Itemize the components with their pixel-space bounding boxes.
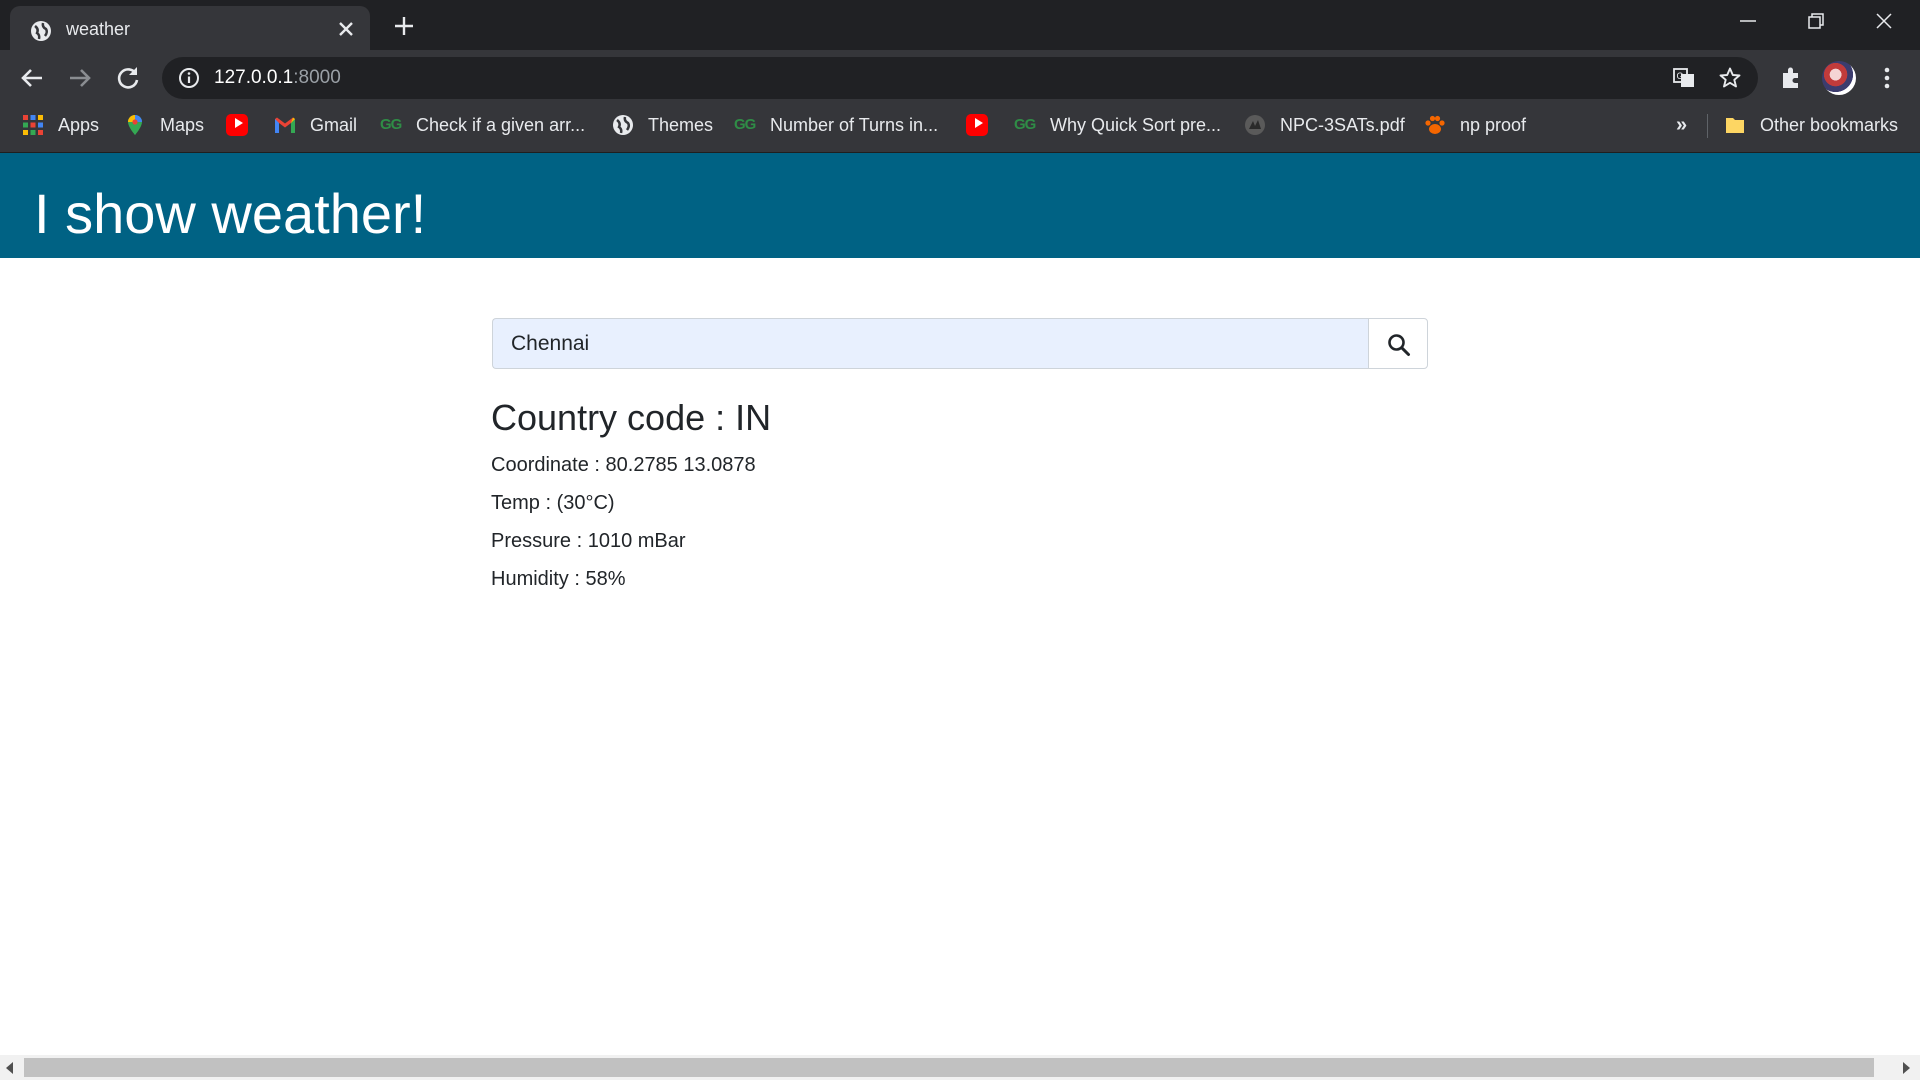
bookmark-youtube-2[interactable]: [966, 106, 988, 144]
minimize-button[interactable]: [1714, 0, 1782, 42]
globe-icon: [612, 114, 634, 136]
bookmark-label: Maps: [160, 114, 205, 135]
scroll-left-icon[interactable]: [6, 1062, 13, 1074]
bookmark-label: Apps: [58, 114, 100, 135]
bookmark-np-proof[interactable]: np proof: [1424, 106, 1526, 144]
page-title: I show weather!: [34, 182, 427, 245]
url-host: 127.0.0.1: [214, 67, 294, 88]
geeksforgeeks-icon: GG: [734, 116, 756, 133]
scroll-right-icon[interactable]: [1903, 1062, 1910, 1074]
url-text: 127.0.0.1:8000: [214, 67, 341, 89]
close-tab-icon[interactable]: [334, 17, 358, 41]
humidity-text: Humidity : 58%: [491, 568, 626, 590]
folder-icon: [1724, 114, 1746, 136]
horizontal-scrollbar[interactable]: [0, 1055, 1920, 1080]
translate-icon[interactable]: G: [1672, 66, 1696, 90]
search-form: [492, 318, 1428, 369]
browser-tab[interactable]: weather: [10, 6, 370, 50]
geeksforgeeks-icon: GG: [380, 116, 402, 133]
bookmark-star-icon[interactable]: [1718, 66, 1742, 90]
scrollbar-thumb[interactable]: [24, 1058, 1874, 1077]
other-bookmarks[interactable]: Other bookmarks: [1724, 106, 1898, 144]
extensions-icon[interactable]: [1778, 65, 1804, 91]
info-icon[interactable]: [178, 67, 200, 89]
search-icon: [1388, 334, 1410, 356]
svg-text:G: G: [1677, 71, 1684, 81]
bookmark-number-of-turns[interactable]: GG Number of Turns in...: [734, 106, 938, 144]
bookmark-apps[interactable]: Apps: [22, 106, 99, 144]
minimize-icon: [1740, 20, 1756, 22]
back-icon[interactable]: [16, 62, 48, 94]
temperature-text: Temp : (30°C): [491, 492, 615, 514]
bookmarks-divider: [1707, 114, 1708, 138]
more-bookmarks-chevron[interactable]: »: [1676, 114, 1687, 137]
gmail-icon: [274, 114, 296, 136]
new-tab-icon[interactable]: [390, 12, 418, 40]
bookmark-check-array[interactable]: GG Check if a given arr...: [380, 106, 585, 144]
tab-title: weather: [66, 19, 131, 39]
close-window-button[interactable]: [1850, 0, 1918, 42]
bookmark-label: Why Quick Sort pre...: [1050, 114, 1222, 135]
other-bookmarks-label: Other bookmarks: [1760, 114, 1899, 135]
bookmarks-bar: Apps Maps Gmail GG Check if a given arr.…: [0, 106, 1920, 153]
bookmark-npc-3sats[interactable]: NPC-3SATs.pdf: [1244, 106, 1405, 144]
maps-pin-icon: [124, 114, 146, 136]
bookmark-label: Themes: [648, 114, 714, 135]
forward-icon[interactable]: [64, 62, 96, 94]
bookmark-youtube[interactable]: [226, 106, 248, 144]
pressure-text: Pressure : 1010 mBar: [491, 530, 686, 552]
address-bar[interactable]: 127.0.0.1:8000 G: [162, 57, 1758, 99]
restore-icon: [1808, 13, 1824, 29]
youtube-icon: [226, 114, 248, 136]
bookmark-themes[interactable]: Themes: [612, 106, 713, 144]
bookmark-label: NPC-3SATs.pdf: [1280, 114, 1405, 135]
pdf-site-icon: [1244, 114, 1266, 136]
more-menu-icon[interactable]: [1874, 65, 1900, 91]
geeksforgeeks-icon: GG: [1014, 116, 1036, 133]
profile-avatar[interactable]: [1822, 61, 1856, 95]
url-port: :8000: [293, 67, 341, 88]
tab-strip: weather: [0, 0, 1920, 50]
bookmark-label: Gmail: [310, 114, 358, 135]
reload-icon[interactable]: [112, 62, 144, 94]
bookmark-label: Number of Turns in...: [770, 114, 939, 135]
city-search-input[interactable]: [492, 318, 1369, 369]
close-icon: [1876, 13, 1892, 29]
bookmark-maps[interactable]: Maps: [124, 106, 204, 144]
apps-grid-icon: [22, 114, 44, 136]
browser-toolbar: 127.0.0.1:8000 G: [0, 50, 1920, 106]
bookmark-label: Check if a given arr...: [416, 114, 586, 135]
bookmark-label: np proof: [1460, 114, 1527, 135]
page-header: I show weather!: [0, 153, 1920, 258]
paw-icon: [1424, 114, 1446, 136]
youtube-icon: [966, 114, 988, 136]
bookmark-quick-sort[interactable]: GG Why Quick Sort pre...: [1014, 106, 1221, 144]
restore-button[interactable]: [1782, 0, 1850, 42]
bookmark-gmail[interactable]: Gmail: [274, 106, 357, 144]
coordinate-text: Coordinate : 80.2785 13.0878: [491, 454, 756, 476]
country-code-heading: Country code : IN: [491, 397, 772, 438]
search-button[interactable]: [1368, 318, 1428, 369]
globe-icon: [30, 20, 52, 42]
